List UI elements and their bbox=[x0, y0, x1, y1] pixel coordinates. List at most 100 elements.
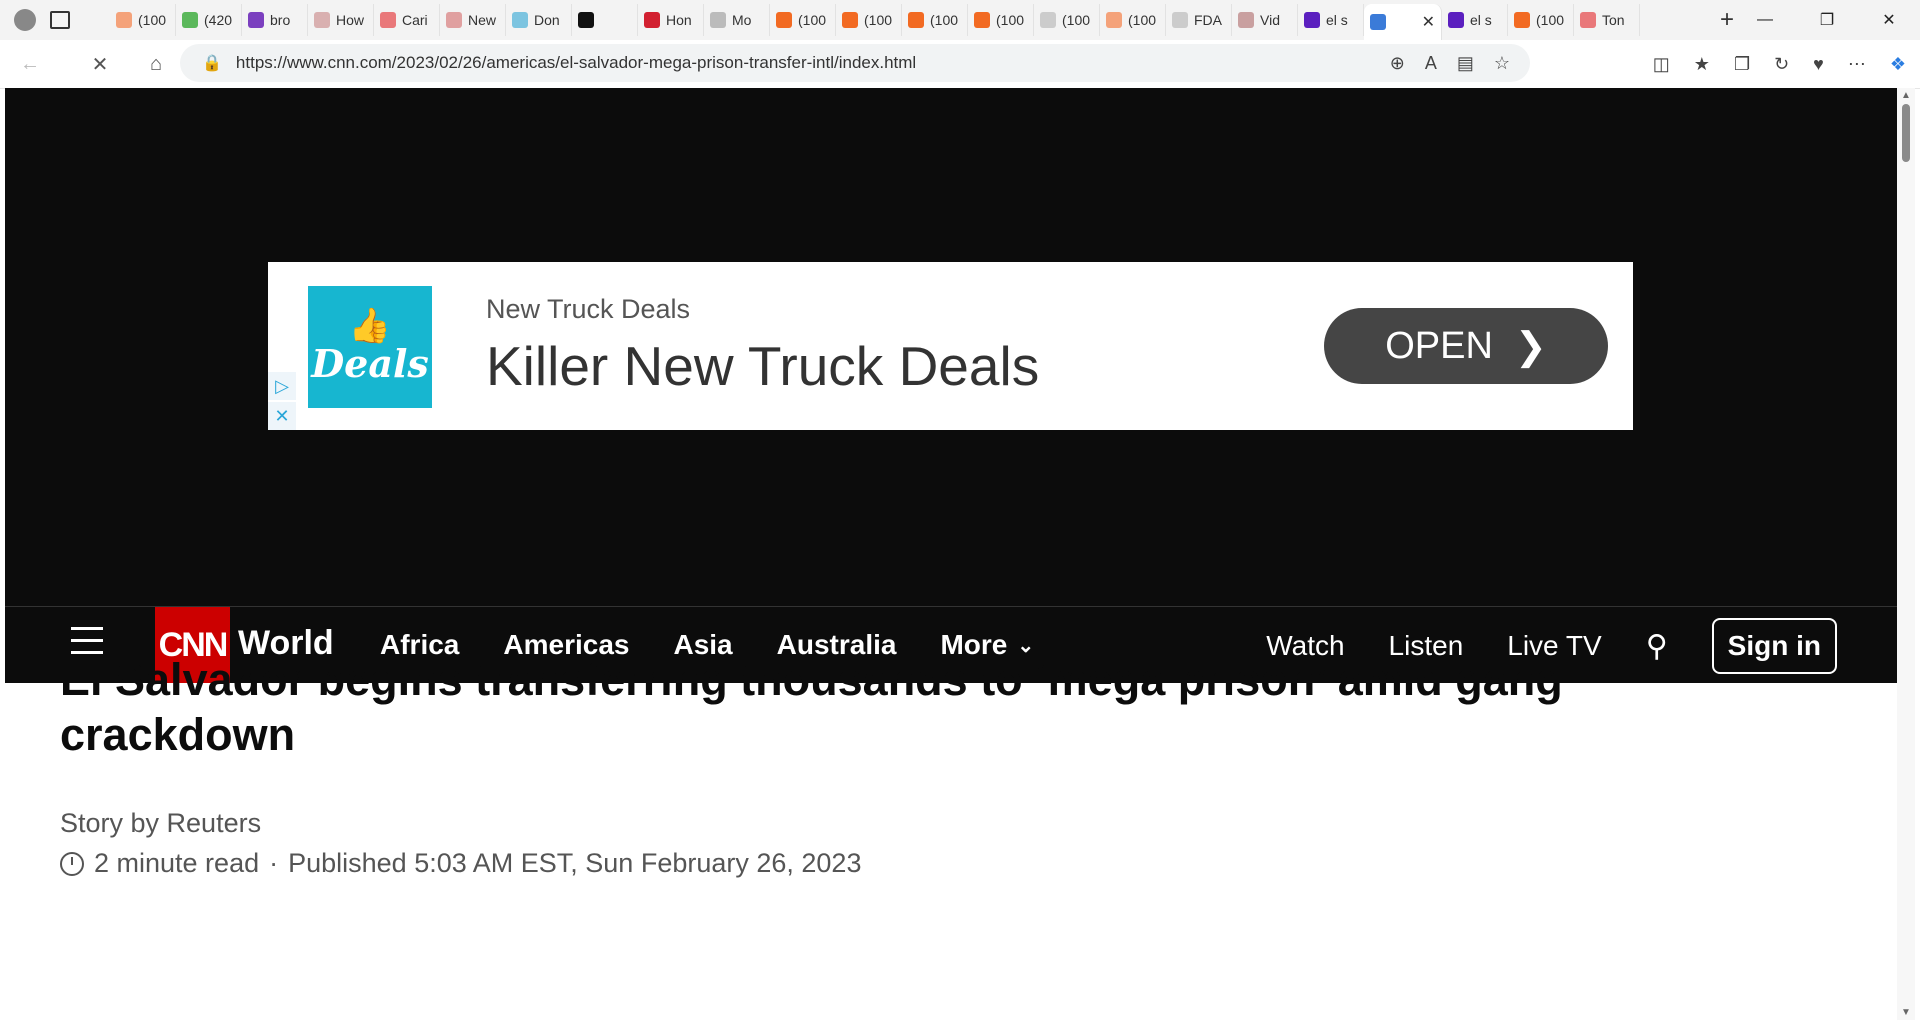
ad-open-button[interactable]: OPEN ❯ bbox=[1324, 308, 1608, 384]
collections-icon[interactable]: ❐ bbox=[1734, 54, 1750, 75]
tab-label: Hon bbox=[666, 12, 692, 28]
ad-close-icon[interactable]: ✕ bbox=[268, 402, 296, 430]
browser-tab[interactable]: How bbox=[308, 4, 374, 36]
tab-favicon-icon bbox=[710, 12, 726, 28]
browser-tab[interactable]: (100 bbox=[968, 4, 1034, 36]
browser-tab[interactable]: Ton bbox=[1574, 4, 1640, 36]
tab-favicon-icon bbox=[1304, 12, 1320, 28]
browser-tab[interactable]: (100 bbox=[902, 4, 968, 36]
browser-tab[interactable]: (420 bbox=[176, 4, 242, 36]
address-bar[interactable]: 🔒 https://www.cnn.com/2023/02/26/america… bbox=[180, 44, 1530, 82]
tab-label: (100 bbox=[996, 12, 1025, 28]
tab-favicon-icon bbox=[1580, 12, 1596, 28]
browser-tab[interactable]: (100 bbox=[1508, 4, 1574, 36]
close-tab-icon[interactable]: ✕ bbox=[1422, 12, 1435, 32]
tab-label: (100 bbox=[138, 12, 167, 28]
ad-logo[interactable]: 👍 Deals bbox=[308, 286, 432, 408]
ad-choices: ▷ ✕ bbox=[268, 372, 296, 430]
search-icon[interactable]: ⚲ bbox=[1646, 629, 1668, 664]
new-tab-icon[interactable]: + bbox=[1720, 6, 1734, 34]
tab-favicon-icon bbox=[182, 12, 198, 28]
tab-favicon-icon bbox=[1172, 12, 1188, 28]
tab-actions-icon[interactable] bbox=[50, 11, 70, 29]
tab-label: (420 bbox=[204, 12, 233, 28]
tab-favicon-icon bbox=[578, 12, 594, 28]
browser-tab[interactable]: (100 bbox=[836, 4, 902, 36]
ad-open-label: OPEN bbox=[1385, 324, 1493, 367]
history-icon[interactable]: ↻ bbox=[1774, 54, 1789, 75]
sign-in-button[interactable]: Sign in bbox=[1711, 618, 1837, 674]
browser-tab[interactable]: el s bbox=[1442, 4, 1508, 36]
back-icon[interactable]: ← bbox=[10, 44, 50, 84]
browser-tab[interactable]: Vid bbox=[1232, 4, 1298, 36]
tab-favicon-icon bbox=[644, 12, 660, 28]
ad-subtitle[interactable]: New Truck Deals bbox=[486, 294, 690, 325]
zoom-icon[interactable]: ⊕ bbox=[1390, 53, 1405, 74]
restore-icon[interactable]: ❐ bbox=[1796, 10, 1858, 30]
tab-list: (100 (420 bro How Cari New Don Hon Mo (100 (100 (10… bbox=[110, 0, 1710, 40]
tab-favicon-icon bbox=[974, 12, 990, 28]
browser-tools: ◫ ★ ❐ ↻ ♥ ⋯ ❖ bbox=[1653, 40, 1906, 88]
article-meta: 2 minute read · Published 5:03 AM EST, S… bbox=[60, 848, 861, 879]
home-icon[interactable]: ⌂ bbox=[136, 44, 176, 84]
tab-favicon-icon bbox=[842, 12, 858, 28]
ad-logo-text: Deals bbox=[311, 341, 429, 387]
tab-label: el s bbox=[1470, 12, 1492, 28]
tab-label: Cari bbox=[402, 12, 428, 28]
browser-tab[interactable] bbox=[572, 4, 638, 36]
stop-loading-icon[interactable]: ✕ bbox=[80, 44, 120, 84]
favorite-star-icon[interactable]: ☆ bbox=[1494, 53, 1510, 74]
tab-label: (100 bbox=[864, 12, 893, 28]
browser-tab[interactable]: Hon bbox=[638, 4, 704, 36]
tab-favicon-icon bbox=[1514, 12, 1530, 28]
tab-favicon-icon bbox=[776, 12, 792, 28]
browser-tab[interactable]: (100 bbox=[770, 4, 836, 36]
browser-tab[interactable]: (100 bbox=[1034, 4, 1100, 36]
browser-tab[interactable]: Mo bbox=[704, 4, 770, 36]
browser-tab[interactable]: FDA bbox=[1166, 4, 1232, 36]
profile-icon[interactable] bbox=[14, 9, 36, 31]
tab-favicon-icon bbox=[512, 12, 528, 28]
settings-more-icon[interactable]: ⋯ bbox=[1848, 54, 1866, 75]
read-aloud-icon[interactable]: A bbox=[1425, 53, 1437, 74]
tab-label: How bbox=[336, 12, 365, 28]
ad-choices-icon[interactable]: ▷ bbox=[268, 372, 296, 400]
lock-icon[interactable]: 🔒 bbox=[202, 53, 222, 73]
browser-tab[interactable]: bro bbox=[242, 4, 308, 36]
ad-banner[interactable]: ▷ ✕ 👍 Deals New Truck Deals Killer New T… bbox=[268, 262, 1633, 430]
browser-tab[interactable]: New bbox=[440, 4, 506, 36]
scroll-down-icon[interactable]: ▼ bbox=[1901, 1007, 1911, 1018]
tab-label: (100 bbox=[798, 12, 827, 28]
copilot-icon[interactable]: ❖ bbox=[1890, 54, 1906, 75]
browser-tab[interactable]: el s bbox=[1298, 4, 1364, 36]
browser-tab[interactable]: ✕ bbox=[1364, 4, 1442, 40]
tab-favicon-icon bbox=[116, 12, 132, 28]
window-controls: — ❐ ✕ bbox=[1734, 0, 1920, 40]
favorites-icon[interactable]: ★ bbox=[1694, 54, 1710, 75]
immersive-reader-icon[interactable]: ▤ bbox=[1457, 53, 1474, 74]
tab-favicon-icon bbox=[1238, 12, 1254, 28]
close-window-icon[interactable]: ✕ bbox=[1858, 10, 1920, 30]
clock-icon bbox=[60, 851, 84, 876]
page-scrollbar[interactable]: ▲ ▼ bbox=[1897, 88, 1915, 1020]
ad-headline[interactable]: Killer New Truck Deals bbox=[486, 334, 1039, 398]
performance-icon[interactable]: ♥ bbox=[1813, 54, 1824, 75]
ad-zone: ▷ ✕ 👍 Deals New Truck Deals Killer New T… bbox=[5, 88, 1897, 606]
url-text[interactable]: https://www.cnn.com/2023/02/26/americas/… bbox=[236, 53, 916, 73]
browser-tab[interactable]: Cari bbox=[374, 4, 440, 36]
thumbs-up-icon: 👍 bbox=[348, 307, 392, 346]
tabstrip-left-controls bbox=[0, 9, 110, 31]
browser-tab[interactable]: (100 bbox=[1100, 4, 1166, 36]
tab-favicon-icon bbox=[1040, 12, 1056, 28]
browser-tab[interactable]: Don bbox=[506, 4, 572, 36]
tab-label: New bbox=[468, 12, 497, 28]
tab-favicon-icon bbox=[1370, 14, 1386, 30]
scrollbar-thumb[interactable] bbox=[1902, 104, 1910, 162]
meta-separator: · bbox=[269, 848, 279, 878]
scroll-up-icon[interactable]: ▲ bbox=[1901, 90, 1911, 101]
minimize-icon[interactable]: — bbox=[1734, 11, 1796, 29]
tab-label: Vid bbox=[1260, 12, 1280, 28]
split-screen-icon[interactable]: ◫ bbox=[1653, 54, 1670, 75]
browser-tab[interactable]: (100 bbox=[110, 4, 176, 36]
tab-label: FDA bbox=[1194, 12, 1222, 28]
